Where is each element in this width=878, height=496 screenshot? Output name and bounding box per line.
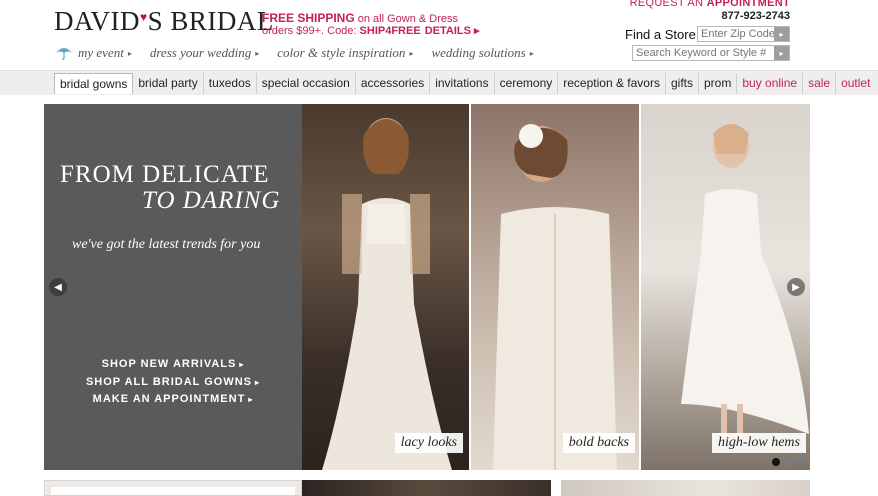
nav-sale[interactable]: sale [803, 73, 837, 94]
nav-gifts[interactable]: gifts [666, 73, 699, 94]
promo-tile-right[interactable] [561, 480, 810, 496]
subnav-my-event[interactable]: my event ▸ [54, 45, 132, 61]
carousel-dots [772, 458, 804, 466]
bride-lace-back-image [493, 124, 617, 470]
make-appointment-link[interactable]: MAKE AN APPOINTMENT ▸ [44, 391, 302, 409]
shop-all-bridal-gowns-link[interactable]: SHOP ALL BRIDAL GOWNS ▸ [44, 374, 302, 392]
nav-prom[interactable]: prom [699, 73, 738, 94]
nav-outlet[interactable]: outlet [836, 73, 875, 94]
nav-special-occasion[interactable]: special occasion [257, 73, 356, 94]
subnav-wedding-solutions[interactable]: wedding solutions ▸ [431, 45, 533, 61]
nav-bridal-gowns[interactable]: bridal gowns [54, 73, 134, 94]
main-nav: bridal gowns bridal party tuxedos specia… [0, 70, 878, 95]
caption-lacy-looks[interactable]: lacy looks [394, 433, 463, 453]
subnav-color-style-inspiration[interactable]: color & style inspiration ▸ [277, 45, 413, 61]
davids-bridal-logo[interactable]: DAVID♥S BRIDAL [54, 6, 274, 37]
search-field: ▸ [632, 45, 790, 61]
subnav-dress-your-wedding[interactable]: dress your wedding ▸ [150, 45, 259, 61]
bride-high-low-gown-image [681, 124, 809, 444]
heart-icon: ♥ [140, 10, 148, 24]
nav-reception-favors[interactable]: reception & favors [558, 73, 666, 94]
promo-tile-left[interactable] [44, 480, 302, 496]
promo-code: SHIP4FREE [359, 25, 421, 37]
phone-number: 877-923-2743 [721, 10, 790, 22]
search-input[interactable] [633, 46, 774, 60]
bold-backs-photo[interactable]: bold backs [471, 104, 639, 470]
hero-title-line2: TO DARING [142, 187, 281, 214]
hero-title-line1: FROM DELICATE [60, 161, 270, 188]
bride-lace-gown-image [322, 118, 452, 470]
hero-carousel: FROM DELICATE TO DARING we've got the la… [44, 104, 810, 470]
hero-text-panel: FROM DELICATE TO DARING we've got the la… [44, 104, 302, 470]
zip-code-input[interactable] [698, 27, 774, 41]
request-appointment-link[interactable]: REQUEST AN APPOINTMENT [630, 0, 790, 9]
carousel-dot-2[interactable] [784, 458, 792, 466]
zip-code-field: ▸ [697, 26, 790, 42]
promo-tile-middle[interactable] [302, 480, 551, 496]
caption-high-low-hems[interactable]: high-low hems [711, 433, 806, 453]
nav-buy-online[interactable]: buy online [737, 73, 804, 94]
appointment-block: REQUEST AN APPOINTMENT 877-923-2743 [630, 0, 790, 22]
carousel-dot-1[interactable] [772, 458, 780, 466]
umbrella-icon [56, 48, 72, 60]
nav-accessories[interactable]: accessories [356, 73, 431, 94]
hero-links: SHOP NEW ARRIVALS ▸ SHOP ALL BRIDAL GOWNS… [44, 356, 302, 409]
carousel-dot-3[interactable] [796, 458, 804, 466]
secondary-nav: my event ▸ dress your wedding ▸ color & st… [54, 45, 552, 61]
zip-go-button[interactable]: ▸ [774, 27, 789, 41]
shop-new-arrivals-link[interactable]: SHOP NEW ARRIVALS ▸ [44, 356, 302, 374]
nav-tuxedos[interactable]: tuxedos [204, 73, 257, 94]
nav-ceremony[interactable]: ceremony [495, 73, 559, 94]
high-low-hems-photo[interactable]: high-low hems [641, 104, 810, 470]
caption-bold-backs[interactable]: bold backs [562, 433, 635, 453]
search-go-button[interactable]: ▸ [774, 46, 789, 60]
promo-details-link[interactable]: DETAILS ▸ [425, 25, 480, 37]
nav-bridal-party[interactable]: bridal party [133, 73, 204, 94]
nav-invitations[interactable]: invitations [430, 73, 495, 94]
hero-tagline: we've got the latest trends for you [72, 237, 261, 252]
find-a-store-label: Find a Store [625, 27, 696, 42]
carousel-prev-button[interactable]: ◀ [49, 278, 67, 296]
carousel-next-button[interactable]: ▶ [787, 278, 805, 296]
free-shipping-promo: FREE SHIPPING on all Gown & Dress orders… [262, 11, 480, 37]
lacy-looks-photo[interactable]: lacy looks [302, 104, 469, 470]
